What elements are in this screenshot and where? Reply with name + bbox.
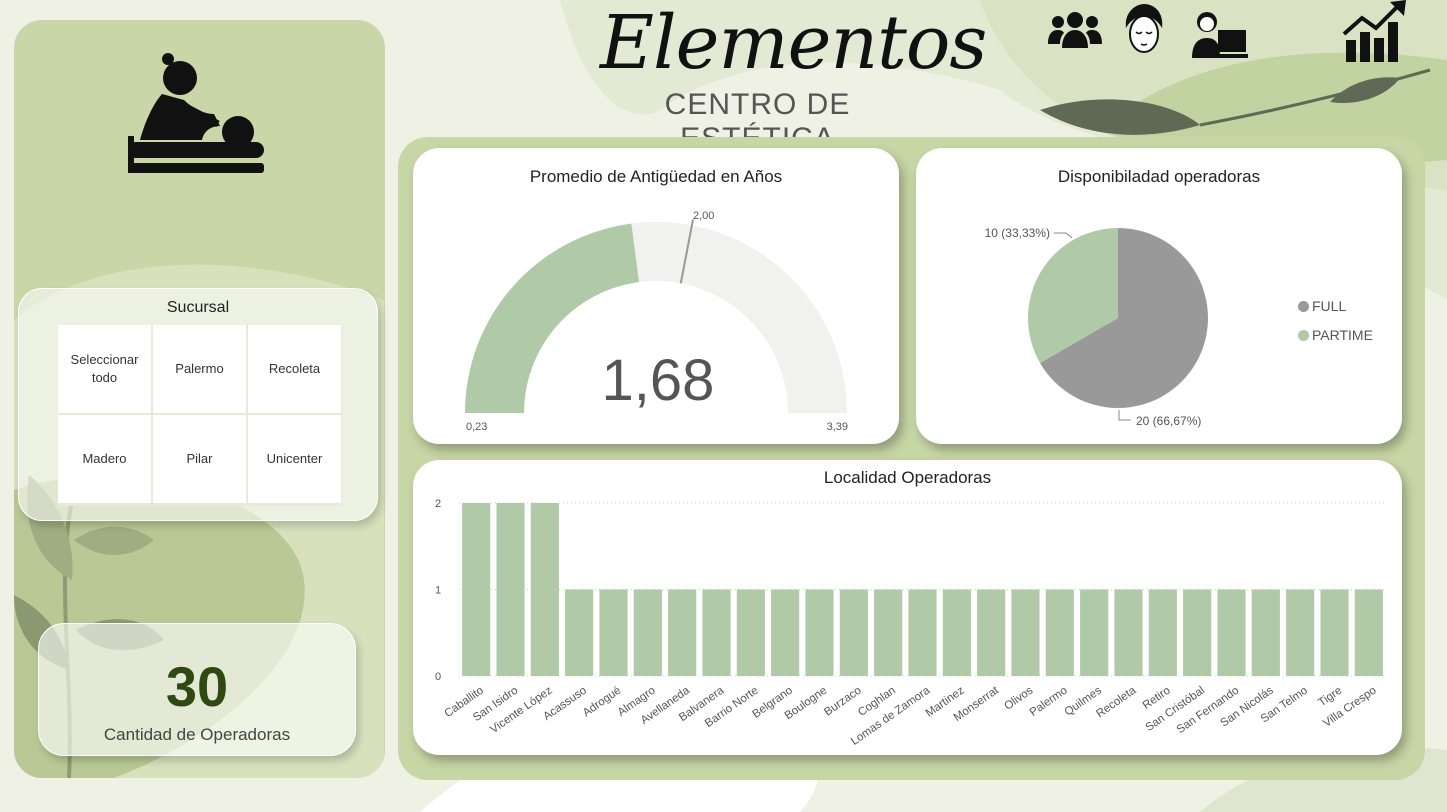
massage-icon: [128, 53, 264, 173]
x-tick-label: Tigre: [1316, 685, 1344, 710]
bar[interactable]: [668, 589, 697, 677]
gauge-max-label: 3,39: [827, 421, 848, 433]
x-tick-label: Adrogué: [581, 685, 624, 720]
bar[interactable]: [771, 589, 800, 677]
bar[interactable]: [1011, 589, 1040, 677]
operator-count-value: 30: [165, 655, 229, 718]
pie-label-partime: 10 (33,33%): [985, 226, 1050, 240]
y-tick-label: 1: [435, 585, 441, 597]
slicer-grid: Seleccionar todo Palermo Recoleta Madero…: [58, 325, 342, 506]
operator-count-card: 30 Cantidad de Operadoras: [38, 623, 356, 756]
bar[interactable]: [805, 589, 834, 677]
bar[interactable]: [1217, 589, 1246, 677]
bar[interactable]: [977, 589, 1006, 677]
legend-label-partime: PARTIME: [1312, 327, 1373, 343]
bar[interactable]: [942, 589, 971, 677]
bar[interactable]: [1080, 589, 1109, 677]
bar[interactable]: [462, 503, 491, 676]
operator-count-label: Cantidad de Operadoras: [103, 725, 291, 744]
bar[interactable]: [874, 589, 903, 677]
legend-item-full[interactable]: FULL: [1298, 298, 1346, 314]
bar[interactable]: [530, 503, 559, 676]
x-tick-label: Burzaco: [822, 685, 863, 719]
growth-chart-icon: [1342, 0, 1406, 62]
gauge-min-label: 0,23: [466, 421, 487, 433]
bar[interactable]: [1320, 589, 1349, 677]
bar[interactable]: [1251, 589, 1280, 677]
bar-chart: 012CaballitoSan IsidroVicente LópezAcass…: [435, 498, 1386, 748]
x-tick-label: Recoleta: [1094, 684, 1139, 720]
bar[interactable]: [1183, 589, 1212, 677]
bar[interactable]: [1045, 589, 1074, 677]
gauge-value: 1,68: [602, 348, 715, 413]
bar[interactable]: [702, 589, 731, 677]
bar[interactable]: [1148, 589, 1177, 677]
legend-item-partime[interactable]: PARTIME: [1298, 327, 1373, 343]
pie-label-full: 20 (66,67%): [1136, 414, 1201, 428]
legend-label-full: FULL: [1312, 298, 1347, 314]
pie-leader-full: [1118, 410, 1131, 421]
gauge-chart: 1,68 0,23 3,39 2,00: [465, 210, 848, 433]
slicer-option-madero[interactable]: Madero: [58, 415, 151, 503]
slicer-option-recoleta[interactable]: Recoleta: [248, 325, 341, 413]
slicer-title: Sucursal: [166, 299, 230, 316]
bar[interactable]: [599, 589, 628, 677]
bar-card[interactable]: Localidad Operadoras 0 1 2 Caballito San Isi…: [413, 460, 1402, 755]
legend-dot-full: [1298, 300, 1309, 312]
y-tick-label: 2: [435, 498, 441, 510]
slicer-option-select-all[interactable]: Seleccionar todo: [58, 325, 151, 413]
x-tick-label: Palermo: [1028, 685, 1070, 719]
bar[interactable]: [1114, 589, 1143, 677]
bar[interactable]: [736, 589, 765, 677]
legend-dot-partime: [1298, 329, 1309, 341]
slicer-option-pilar[interactable]: Pilar: [153, 415, 246, 503]
bar[interactable]: [839, 589, 868, 677]
sucursal-slicer: Sucursal Seleccionar todo Palermo Recole…: [18, 288, 378, 521]
slicer-option-palermo[interactable]: Palermo: [153, 325, 246, 413]
face-spa-icon: [1125, 4, 1163, 53]
slicer-option-unicenter[interactable]: Unicenter: [248, 415, 341, 503]
bar[interactable]: [1286, 589, 1315, 677]
pie-card[interactable]: Disponibiladad operadoras 10 (33,33%) 20…: [916, 148, 1402, 444]
gauge-target-label: 2,00: [693, 210, 714, 222]
people-group-icon: [1048, 12, 1102, 48]
bar[interactable]: [496, 503, 525, 676]
y-tick-label: 0: [435, 671, 441, 683]
pie-leader-partime: [1054, 232, 1073, 239]
bar[interactable]: [565, 589, 594, 677]
gauge-card[interactable]: Promedio de Antigüedad en Años 1,68 0,23…: [413, 148, 899, 444]
operator-computer-icon: [1192, 12, 1248, 58]
bar[interactable]: [908, 589, 937, 677]
bar[interactable]: [1354, 589, 1383, 677]
page-title: Elementos: [600, 0, 987, 86]
bar[interactable]: [633, 589, 662, 677]
pie-chart: 10 (33,33%) 20 (66,67%): [985, 226, 1208, 428]
